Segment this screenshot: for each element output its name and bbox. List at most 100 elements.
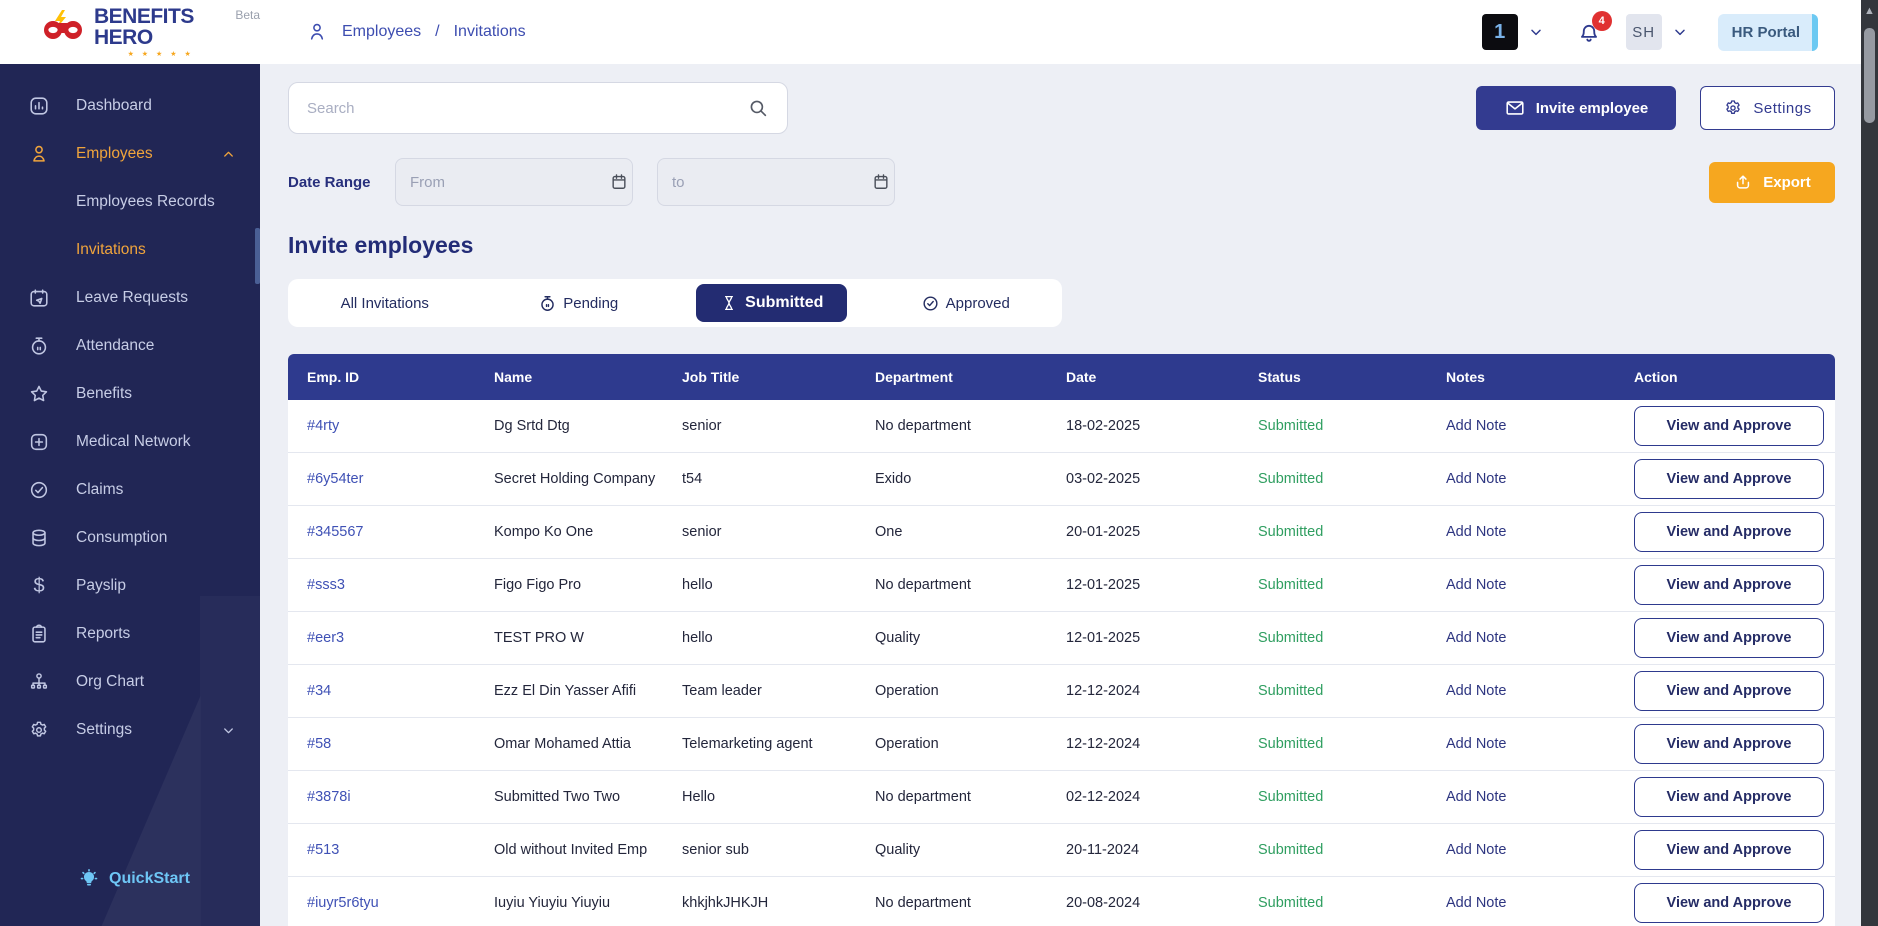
cell-job-title: hello — [663, 624, 856, 652]
breadcrumb: Employees / Invitations — [306, 21, 526, 43]
cell-emp-id[interactable]: #345567 — [288, 518, 475, 546]
add-note-link[interactable]: Add Note — [1427, 465, 1615, 493]
view-and-approve-button[interactable]: View and Approve — [1634, 618, 1824, 658]
user-avatar[interactable]: SH — [1626, 14, 1662, 50]
benefits-star-icon — [26, 383, 52, 405]
cell-date: 12-12-2024 — [1047, 677, 1239, 705]
tab-approved[interactable]: Approved — [869, 279, 1063, 327]
scrollbar-thumb[interactable] — [1864, 28, 1875, 123]
settings-button[interactable]: Settings — [1700, 86, 1835, 130]
sidebar-item-employees-records[interactable]: Employees Records — [0, 178, 260, 226]
leave-requests-icon — [26, 287, 52, 309]
sidebar-scrollbar-thumb[interactable] — [255, 228, 260, 284]
tab-pending[interactable]: Pending — [482, 279, 676, 327]
cell-job-title: hello — [663, 571, 856, 599]
settings-chevron-down-icon[interactable] — [221, 723, 236, 738]
cell-status: Submitted — [1239, 730, 1427, 758]
view-and-approve-button[interactable]: View and Approve — [1634, 459, 1824, 499]
cell-emp-id[interactable]: #4rty — [288, 412, 475, 440]
table-row: #345567 Kompo Ko One senior One 20-01-20… — [288, 506, 1835, 559]
export-button[interactable]: Export — [1709, 162, 1835, 203]
language-chevron-down-icon[interactable] — [1528, 24, 1544, 40]
sidebar-item-reports[interactable]: Reports — [0, 610, 260, 658]
user-menu-chevron-down-icon[interactable] — [1672, 24, 1688, 40]
cell-emp-id[interactable]: #iuyr5r6tyu — [288, 889, 475, 917]
sidebar-item-org-chart[interactable]: Org Chart — [0, 658, 260, 706]
calendar-icon[interactable] — [609, 172, 629, 192]
add-note-link[interactable]: Add Note — [1427, 730, 1615, 758]
date-from-input[interactable] — [410, 174, 609, 191]
sidebar-item-claims[interactable]: Claims — [0, 466, 260, 514]
add-note-link[interactable]: Add Note — [1427, 836, 1615, 864]
sidebar-item-payslip[interactable]: $ Payslip — [0, 562, 260, 610]
cell-department: No department — [856, 783, 1047, 811]
view-and-approve-button[interactable]: View and Approve — [1634, 406, 1824, 446]
add-note-link[interactable]: Add Note — [1427, 677, 1615, 705]
sidebar-item-leave-requests[interactable]: Leave Requests — [0, 274, 260, 322]
employees-chevron-up-icon[interactable] — [221, 147, 236, 162]
view-and-approve-button[interactable]: View and Approve — [1634, 883, 1824, 923]
view-and-approve-button[interactable]: View and Approve — [1634, 830, 1824, 870]
breadcrumb-employees[interactable]: Employees — [342, 23, 421, 41]
cell-emp-id[interactable]: #34 — [288, 677, 475, 705]
language-selector[interactable]: 1 — [1482, 14, 1518, 50]
cell-name: Old without Invited Emp — [475, 836, 663, 864]
add-note-link[interactable]: Add Note — [1427, 571, 1615, 599]
page-scrollbar[interactable]: ▲ — [1861, 0, 1878, 926]
brand-logo[interactable]: BENEFITS HERO ★ ★ ★ ★ ★ Beta — [0, 6, 260, 58]
quickstart-button[interactable]: QuickStart — [78, 868, 190, 890]
col-header-action: Action — [1615, 369, 1835, 385]
sidebar-item-invitations[interactable]: Invitations — [0, 226, 260, 274]
brand-beta-tag: Beta — [235, 8, 260, 22]
cell-department: Operation — [856, 730, 1047, 758]
sidebar-item-benefits[interactable]: Benefits — [0, 370, 260, 418]
view-and-approve-button[interactable]: View and Approve — [1634, 777, 1824, 817]
cell-emp-id[interactable]: #6y54ter — [288, 465, 475, 493]
cell-department: No department — [856, 571, 1047, 599]
sidebar-label-leave-requests: Leave Requests — [76, 289, 188, 307]
cell-status: Submitted — [1239, 518, 1427, 546]
view-and-approve-button[interactable]: View and Approve — [1634, 724, 1824, 764]
tab-all-invitations[interactable]: All Invitations — [288, 279, 482, 327]
view-and-approve-button[interactable]: View and Approve — [1634, 671, 1824, 711]
col-header-date: Date — [1047, 369, 1239, 385]
date-to-input[interactable] — [672, 174, 871, 191]
add-note-link[interactable]: Add Note — [1427, 518, 1615, 546]
cell-emp-id[interactable]: #eer3 — [288, 624, 475, 652]
notifications-button[interactable]: 4 — [1576, 19, 1602, 45]
col-header-emp-id: Emp. ID — [288, 369, 475, 385]
view-and-approve-button[interactable]: View and Approve — [1634, 565, 1824, 605]
cell-emp-id[interactable]: #sss3 — [288, 571, 475, 599]
cell-emp-id[interactable]: #3878i — [288, 783, 475, 811]
search-input[interactable] — [307, 100, 747, 117]
add-note-link[interactable]: Add Note — [1427, 412, 1615, 440]
cell-emp-id[interactable]: #513 — [288, 836, 475, 864]
settings-button-label: Settings — [1753, 100, 1811, 117]
dashboard-icon — [26, 95, 52, 117]
scrollbar-up-arrow[interactable]: ▲ — [1861, 0, 1878, 17]
add-note-link[interactable]: Add Note — [1427, 783, 1615, 811]
add-note-link[interactable]: Add Note — [1427, 889, 1615, 917]
sidebar-item-employees[interactable]: Employees — [0, 130, 260, 178]
sidebar-item-dashboard[interactable]: Dashboard — [0, 82, 260, 130]
gear-icon — [1723, 98, 1743, 118]
cell-emp-id[interactable]: #58 — [288, 730, 475, 758]
cell-name: Kompo Ko One — [475, 518, 663, 546]
breadcrumb-invitations[interactable]: Invitations — [454, 23, 526, 41]
table-row: #sss3 Figo Figo Pro hello No department … — [288, 559, 1835, 612]
view-and-approve-button[interactable]: View and Approve — [1634, 512, 1824, 552]
invite-employee-button[interactable]: Invite employee — [1476, 86, 1676, 130]
tab-submitted[interactable]: Submitted — [696, 284, 847, 322]
add-note-link[interactable]: Add Note — [1427, 624, 1615, 652]
cell-department: No department — [856, 889, 1047, 917]
sidebar-item-settings[interactable]: Settings — [0, 706, 260, 754]
breadcrumb-separator: / — [435, 23, 439, 41]
calendar-icon[interactable] — [871, 172, 891, 192]
sidebar-item-attendance[interactable]: Attendance — [0, 322, 260, 370]
sidebar-item-medical-network[interactable]: Medical Network — [0, 418, 260, 466]
search-icon[interactable] — [747, 97, 769, 119]
consumption-database-icon — [26, 527, 52, 549]
brand-stars: ★ ★ ★ ★ ★ — [94, 51, 227, 58]
sidebar-item-consumption[interactable]: Consumption — [0, 514, 260, 562]
hr-portal-button[interactable]: HR Portal — [1718, 14, 1818, 51]
